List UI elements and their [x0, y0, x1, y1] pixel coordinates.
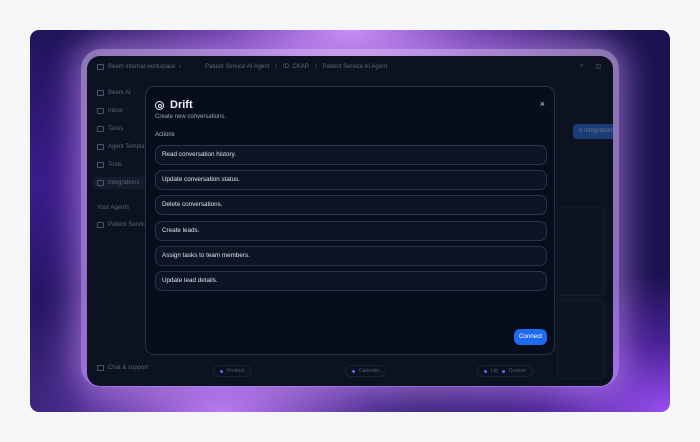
background-card — [557, 206, 605, 296]
section-label: Your Agents — [97, 205, 130, 211]
sidebar-item-label: Beam AI — [108, 90, 131, 96]
category-chip[interactable]: Product — [213, 365, 252, 377]
chevron-down-icon: › — [179, 64, 182, 70]
workspace-icon — [97, 64, 104, 70]
action-item[interactable]: Update lead details. — [155, 270, 547, 291]
breadcrumb-item[interactable]: ID: CKAR — [283, 64, 309, 70]
action-item[interactable]: Assign tasks to team members. — [155, 245, 547, 266]
action-item[interactable]: Update conversation status. — [155, 170, 547, 191]
integrations-icon — [97, 180, 104, 186]
breadcrumb-separator: / — [315, 64, 317, 70]
breadcrumb-item[interactable]: Patient Service AI Agent — [323, 64, 387, 70]
workspace-switcher[interactable]: Beam internal workspace › — [97, 64, 181, 70]
sidebar-item-beam-ai[interactable]: Beam AI — [97, 90, 131, 96]
chip-label: Custom — [508, 367, 526, 374]
sidebar-section-your-agents: Your Agents — [97, 205, 129, 211]
drift-logo-icon — [155, 100, 164, 110]
modal-title: Drift — [170, 99, 193, 111]
sidebar-item-tools[interactable]: Tools — [97, 162, 122, 168]
panel-toggle-icon[interactable]: ◫ — [595, 63, 601, 70]
breadcrumb-item[interactable]: Patient Service AI Agent — [205, 64, 269, 70]
dot-icon — [352, 369, 355, 373]
tasks-icon — [97, 126, 104, 132]
sidebar-item-label: Integrations — [108, 180, 140, 186]
sidebar-item-agent[interactable]: Patient Service — [97, 222, 148, 228]
sidebar-item-label: Patient Service — [108, 222, 149, 228]
sidebar-item-label: Tools — [108, 162, 123, 168]
sidebar-item-label: Inbox — [108, 108, 123, 114]
chat-icon — [97, 365, 104, 371]
sidebar-item-inbox[interactable]: Inbox — [97, 108, 123, 114]
integration-modal: Drift × Create new conversations. Action… — [145, 86, 555, 355]
dot-icon — [220, 369, 223, 373]
dot-icon — [484, 369, 487, 373]
breadcrumb: Patient Service AI Agent / ID: CKAR / Pa… — [205, 64, 387, 70]
background-card — [557, 299, 605, 379]
topbar-icons: ⌕ ◫ — [580, 63, 601, 70]
top-bar: Beam internal workspace › Patient Servic… — [87, 56, 613, 80]
modal-subtitle: Create new conversations. — [155, 114, 227, 120]
connect-button[interactable]: Connect — [514, 329, 547, 345]
chat-support-label: Chat & support — [108, 365, 149, 371]
search-icon[interactable]: ⌕ — [580, 63, 583, 70]
chat-support-link[interactable]: Chat & support — [97, 365, 148, 371]
actions-heading: Actions — [155, 132, 175, 138]
category-chip[interactable]: Lig Custom — [477, 365, 533, 377]
breadcrumb-separator: / — [275, 64, 278, 70]
category-chip[interactable]: Calendar — [345, 365, 387, 377]
chip-label: Lig — [491, 367, 498, 374]
tools-icon — [97, 162, 104, 168]
modal-header: Drift — [155, 99, 193, 111]
dot-icon — [501, 369, 505, 373]
agent-icon — [97, 222, 104, 228]
close-icon[interactable]: × — [540, 99, 545, 109]
action-item[interactable]: Delete conversations. — [155, 195, 547, 216]
chip-label: Product — [227, 367, 245, 374]
actions-list: Read conversation history. Update conver… — [155, 145, 547, 296]
chip-label: Calendar — [359, 367, 380, 374]
inbox-icon — [97, 108, 104, 114]
action-item[interactable]: Read conversation history. — [155, 145, 547, 165]
sidebar-item-label: Tasks — [108, 126, 124, 132]
action-item[interactable]: Create leads. — [155, 220, 547, 241]
beam-icon — [97, 90, 104, 96]
sidebar-item-tasks[interactable]: Tasks — [97, 126, 123, 132]
template-icon — [97, 144, 104, 150]
workspace-name: Beam internal workspace — [108, 64, 176, 70]
add-integration-button[interactable]: n Integration — [573, 124, 613, 139]
